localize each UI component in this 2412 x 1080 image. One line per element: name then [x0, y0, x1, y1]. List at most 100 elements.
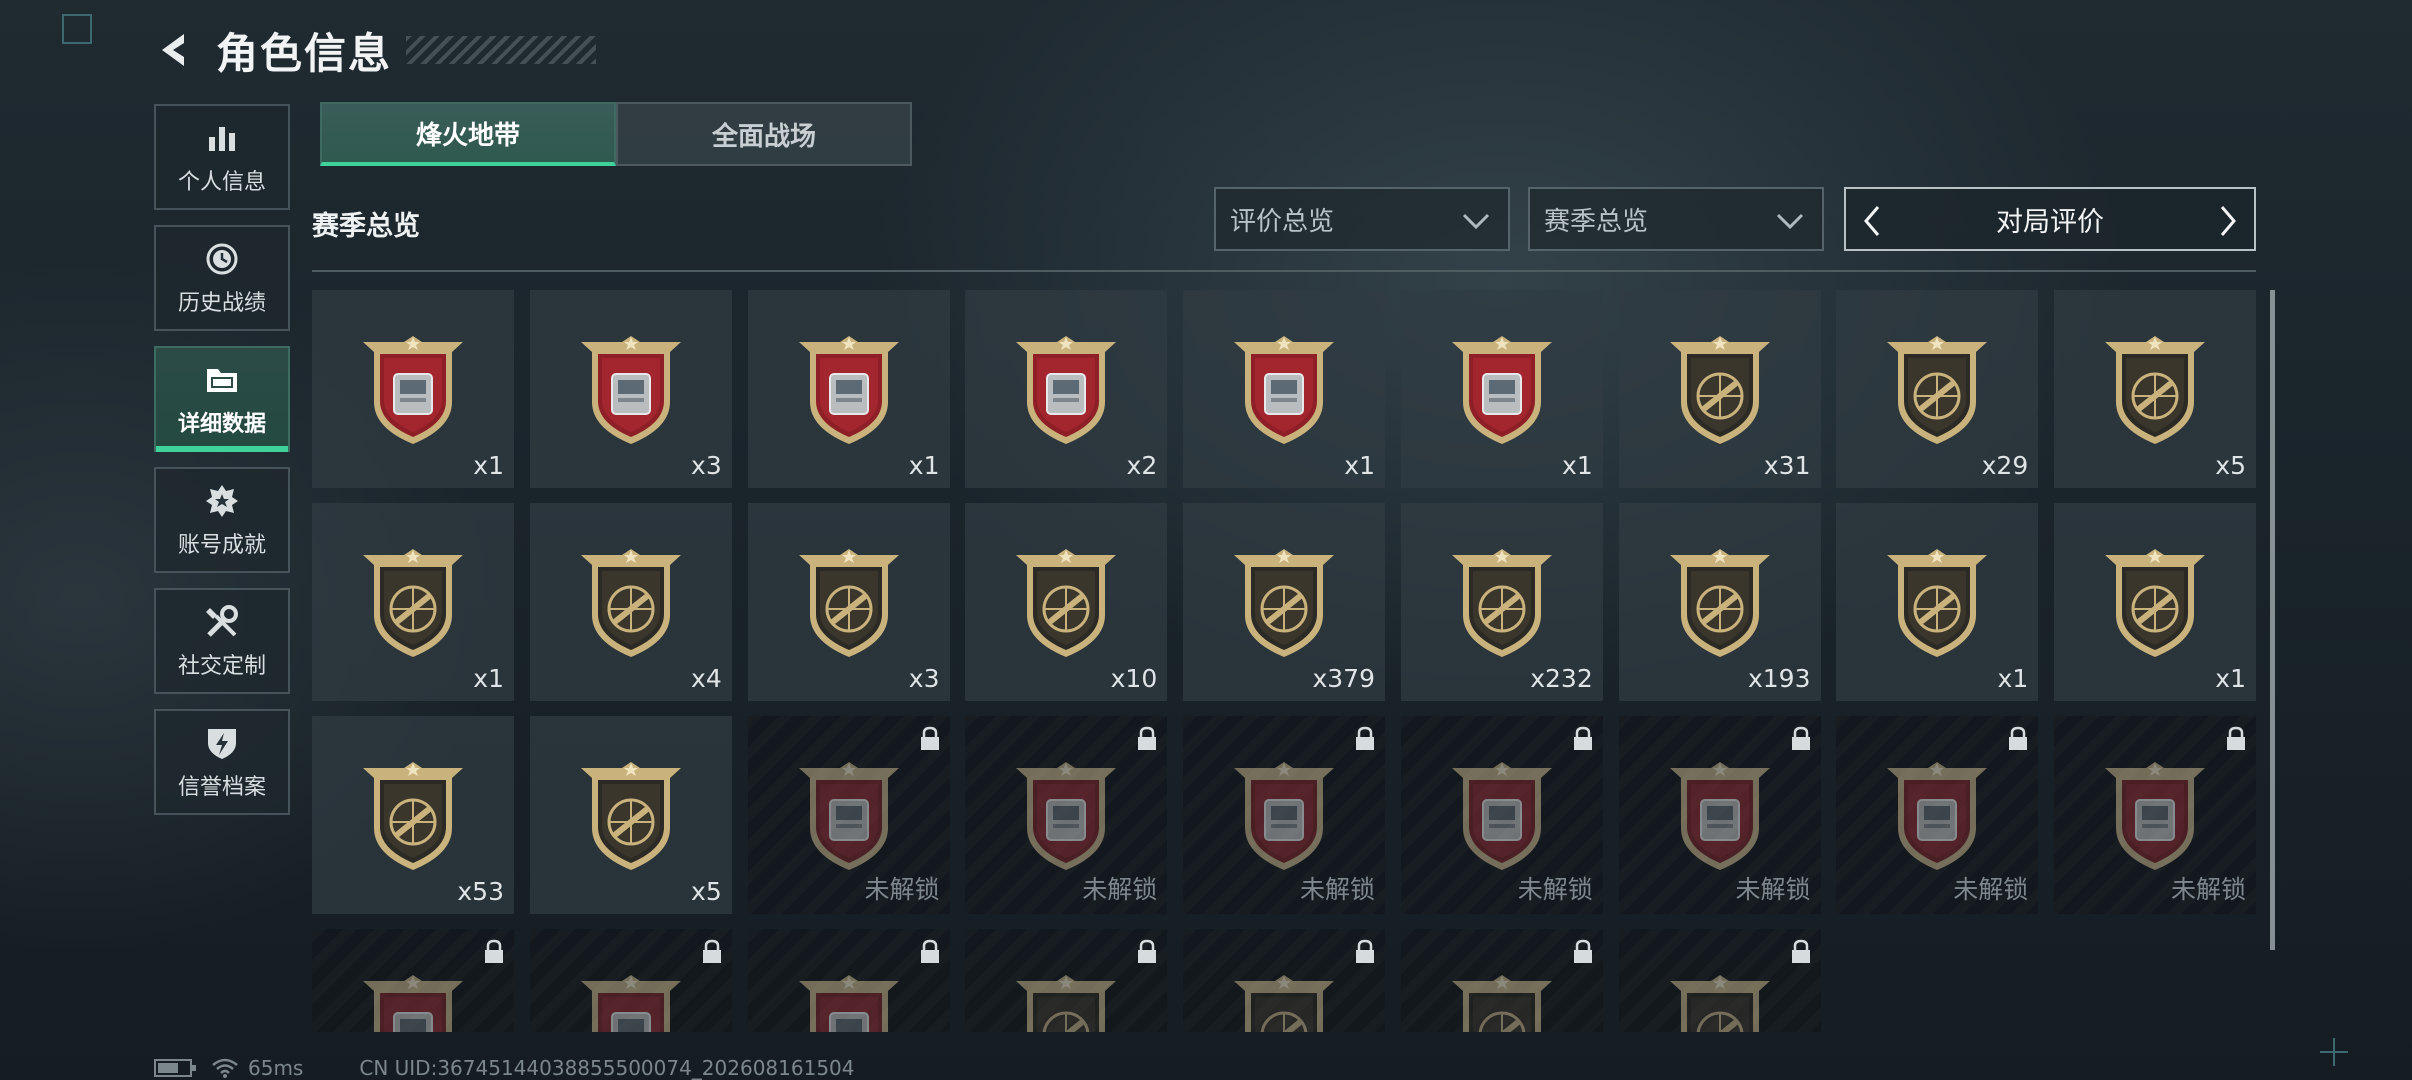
medal-count: x379 — [1312, 664, 1375, 693]
sidebar-item-match-history[interactable]: 历史战绩 — [154, 225, 290, 331]
medal-cell[interactable] — [529, 929, 732, 1032]
medal-cell[interactable]: x5 — [2054, 290, 2256, 488]
history-clock-icon — [202, 239, 242, 279]
medal-cell[interactable] — [747, 929, 950, 1032]
lock-icon — [920, 726, 939, 750]
medal-count: x1 — [2215, 664, 2246, 693]
medal-cell[interactable] — [312, 929, 514, 1032]
marksman-rifle-medal-icon — [580, 549, 681, 657]
tab-full-battlefield[interactable]: 全面战场 — [616, 102, 912, 166]
medal-cell[interactable]: x379 — [1183, 503, 1385, 701]
medal-cell[interactable]: x1 — [312, 503, 514, 701]
medal-count: x5 — [2215, 451, 2246, 480]
page-title: 角色信息 — [216, 28, 393, 78]
section-divider — [312, 270, 2256, 272]
sidebar: 个人信息 历史战绩 详细数据 账号成就 社交定制 信誉档案 — [154, 104, 290, 830]
pager-label: 对局评价 — [1996, 206, 2104, 238]
lock-icon — [702, 939, 721, 963]
medal-count: x1 — [1562, 451, 1593, 480]
medal-cell[interactable] — [1183, 929, 1385, 1032]
medal-cell[interactable]: x53 — [312, 716, 514, 914]
crosshair-corner-icon — [2320, 1038, 2348, 1066]
medal-count: x4 — [691, 664, 722, 693]
medal-count: 未解锁 — [1953, 875, 2029, 904]
chevron-down-icon — [1776, 213, 1804, 230]
rating-overview-dropdown[interactable]: 评价总览 — [1214, 187, 1510, 251]
crystal-orb-icon — [798, 762, 899, 870]
season-overview-dropdown[interactable]: 赛季总览 — [1528, 187, 1824, 251]
medal-count: x29 — [1981, 451, 2029, 480]
medal-cell[interactable]: x1 — [312, 290, 514, 488]
status-bar: 65ms CN UID:36745144038855500074_2026081… — [154, 1056, 855, 1080]
medal-cell[interactable]: 未解锁 — [1618, 716, 1821, 914]
jewel-box-icon — [1887, 762, 1988, 870]
back-arrow-icon[interactable] — [150, 25, 200, 75]
section-title: 赛季总览 — [312, 211, 420, 242]
diamond-item-icon — [363, 336, 463, 444]
sidebar-item-personal-info[interactable]: 个人信息 — [154, 104, 290, 210]
chevron-down-icon — [1462, 213, 1490, 230]
medal-cell[interactable]: 未解锁 — [1183, 716, 1385, 914]
sidebar-item-achievements[interactable]: 账号成就 — [154, 467, 290, 573]
tab-warfare-zone[interactable]: 烽火地带 — [320, 102, 616, 166]
medal-cell[interactable]: x232 — [1400, 503, 1603, 701]
medal-cell[interactable]: x29 — [1836, 290, 2039, 488]
sidebar-item-social-custom[interactable]: 社交定制 — [154, 588, 290, 694]
sidebar-item-reputation[interactable]: 信誉档案 — [154, 709, 290, 815]
lock-icon — [1356, 939, 1374, 963]
medal-grid-viewport[interactable]: x1 x3 x1 x2 x1 x1 x31 x29 x5 x1 x4 x3 x10 x379 x232 x19… — [312, 290, 2256, 1032]
medal-count: x1 — [473, 664, 504, 693]
medal-count: x232 — [1530, 664, 1593, 693]
skull-medal-icon — [1016, 975, 1117, 1032]
lock-icon — [1791, 939, 1810, 963]
terminal-device-icon — [1016, 762, 1117, 870]
medal-cell[interactable]: x193 — [1618, 503, 1821, 701]
tools-icon — [202, 602, 242, 642]
knife-medal-icon — [1234, 549, 1334, 657]
medal-cell[interactable] — [1618, 929, 1821, 1032]
medal-cell[interactable] — [965, 929, 1168, 1032]
medal-cell[interactable]: 未解锁 — [1836, 716, 2039, 914]
medal-cell[interactable]: 未解锁 — [747, 716, 950, 914]
medal-cell[interactable]: x31 — [1618, 290, 1821, 488]
medal-cell[interactable]: x3 — [747, 503, 950, 701]
medal-cell[interactable]: x1 — [1183, 290, 1385, 488]
shotgun-medal-icon — [2105, 336, 2205, 444]
medal-count: x1 — [1997, 664, 2029, 693]
lock-icon — [2227, 726, 2245, 750]
sidebar-item-detailed-data[interactable]: 详细数据 — [154, 346, 290, 452]
lock-icon — [1356, 726, 1374, 750]
scrollbar-thumb[interactable] — [2270, 290, 2275, 950]
battery-icon — [154, 1059, 196, 1077]
medal-count: x1 — [473, 451, 504, 480]
sidebar-item-label: 详细数据 — [177, 412, 266, 437]
medal-cell[interactable]: x1 — [2054, 503, 2256, 701]
medal-cell[interactable]: x10 — [965, 503, 1168, 701]
lock-icon — [1138, 726, 1157, 750]
chess-case-icon — [2105, 762, 2205, 870]
medal-cell[interactable]: 未解锁 — [2054, 716, 2256, 914]
wreath-emblem-medal-icon — [1669, 549, 1770, 657]
lock-icon — [1573, 939, 1592, 963]
medal-cell[interactable]: x1 — [747, 290, 950, 488]
medal-grid-scrollbar[interactable] — [2270, 290, 2275, 950]
metal-plate-icon — [1016, 336, 1117, 444]
medal-cell[interactable] — [1400, 929, 1603, 1032]
medal-cell[interactable]: x5 — [529, 716, 732, 914]
medal-cell[interactable]: x1 — [1400, 290, 1603, 488]
tank-model-icon — [580, 336, 681, 444]
chevron-right-icon[interactable] — [2210, 199, 2246, 243]
player-uid: CN UID:36745144038855500074_202608161504 — [359, 1056, 855, 1080]
medal-count: x53 — [457, 877, 504, 906]
chevron-left-icon[interactable] — [1854, 199, 1890, 243]
medal-cell[interactable]: 未解锁 — [1400, 716, 1603, 914]
medal-cell[interactable]: x1 — [1836, 503, 2039, 701]
lock-icon — [920, 939, 939, 963]
medal-cell[interactable]: x3 — [529, 290, 732, 488]
medal-count: x3 — [691, 451, 722, 480]
ping-value: 65ms — [248, 1056, 304, 1080]
medal-cell[interactable]: x2 — [965, 290, 1168, 488]
medal-cell[interactable]: 未解锁 — [965, 716, 1168, 914]
assault-rifle-medal-icon — [1669, 336, 1770, 444]
medal-cell[interactable]: x4 — [529, 503, 732, 701]
